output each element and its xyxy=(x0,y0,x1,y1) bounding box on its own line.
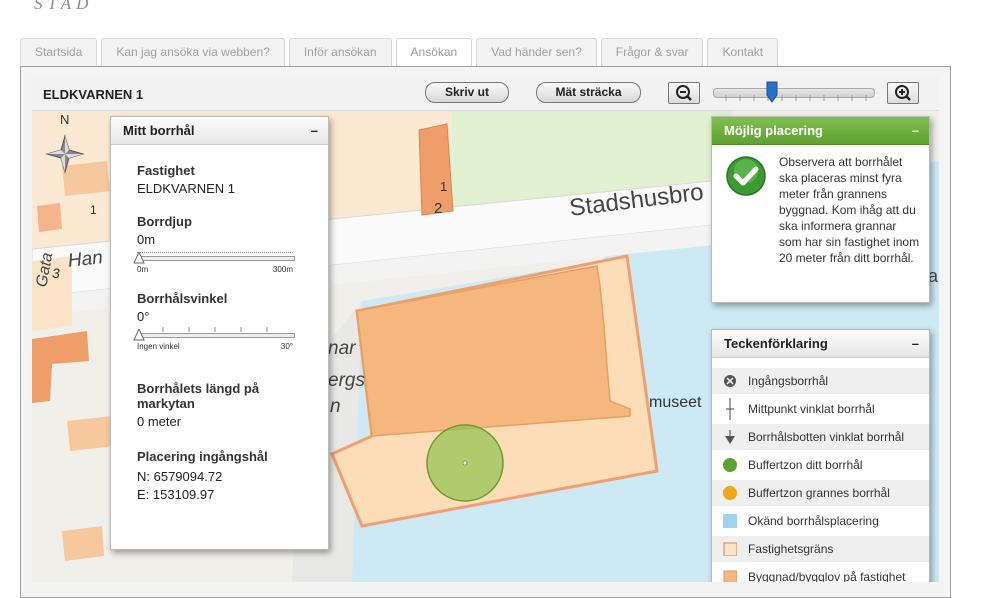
property-title: ELDKVARNEN 1 xyxy=(43,87,144,102)
angle-slider-ticks xyxy=(162,327,268,332)
legend-panel-title: Teckenförklaring xyxy=(724,336,828,351)
collapse-icon[interactable]: – xyxy=(912,117,919,144)
borehole-panel-title: Mitt borrhål xyxy=(123,123,195,138)
zoom-slider-thumb[interactable] xyxy=(766,81,778,103)
map-label-street2: Han xyxy=(66,247,104,272)
angle-slider-thumb[interactable] xyxy=(133,329,145,342)
print-button[interactable]: Skriv ut xyxy=(425,82,509,103)
map-label-num1: 1 xyxy=(440,179,448,194)
logo: STAD xyxy=(34,0,94,13)
map-label-nar: nar xyxy=(328,338,356,359)
zoom-in-icon xyxy=(895,85,911,101)
legend-item: Buffertzon ditt borrhål xyxy=(712,452,929,478)
legend-item: Byggnad/bygglov på fastighet xyxy=(712,564,929,582)
angle-label: Borrhålsvinkel xyxy=(137,291,228,306)
building-icon xyxy=(723,570,737,582)
length-value: 0 meter xyxy=(137,414,182,429)
map-label-num3: 3 xyxy=(52,265,60,281)
entry-borehole-icon xyxy=(724,375,736,387)
depth-slider-thumb[interactable] xyxy=(133,252,145,265)
map-label-compass: N xyxy=(60,112,70,127)
legend-item: Ingångsborrhål xyxy=(712,368,929,394)
tab-kontakt[interactable]: Kontakt xyxy=(707,38,779,66)
placement-panel: Möjlig placering – Observera att borrhål… xyxy=(711,116,930,303)
tab-startsida[interactable]: Startsida xyxy=(20,38,98,66)
legend-label: Mittpunkt vinklat borrhål xyxy=(748,402,875,416)
collapse-icon[interactable]: – xyxy=(912,330,919,357)
depth-label: Borrdjup xyxy=(137,214,192,229)
depth-slider[interactable] xyxy=(133,249,307,265)
placement-panel-header[interactable]: Möjlig placering – xyxy=(712,117,929,145)
property-label: Fastighet xyxy=(137,163,195,178)
position-label: Placering ingångshål xyxy=(137,449,268,464)
placement-message: Observera att borrhålet ska placeras min… xyxy=(779,155,920,265)
depth-max: 300m xyxy=(272,265,293,274)
measure-button[interactable]: Mät sträcka xyxy=(536,82,641,103)
legend-item: Borrhålsbotten vinklat borrhål xyxy=(712,424,929,450)
legend-item: Mittpunkt vinklat borrhål xyxy=(712,396,929,422)
zoom-in-button[interactable] xyxy=(887,82,919,104)
legend-label: Ingångsborrhål xyxy=(748,374,829,388)
zoom-slider-ticks xyxy=(725,95,867,101)
unknown-placement-icon xyxy=(723,514,737,528)
length-label: Borrhålets längd på markytan xyxy=(137,381,260,411)
buffer-own-icon xyxy=(723,458,737,472)
map-label-num2: 2 xyxy=(434,200,443,217)
bottom-angled-icon xyxy=(725,430,735,444)
legend-item: Fastighetsgräns xyxy=(712,536,929,562)
tab-vad-hander-sen[interactable]: Vad händer sen? xyxy=(476,38,597,66)
zoom-slider[interactable] xyxy=(713,88,875,101)
checkmark-icon xyxy=(726,156,766,196)
e-coordinate: E: 153109.97 xyxy=(137,487,215,502)
collapse-icon[interactable]: – xyxy=(311,117,318,144)
legend-label: Buffertzon ditt borrhål xyxy=(748,458,863,472)
depth-min: 0m xyxy=(137,265,149,274)
legend-item: Okänd borrhålsplacering xyxy=(712,508,929,534)
legend-label: Byggnad/bygglov på fastighet xyxy=(748,570,906,582)
legend-label: Borrhålsbotten vinklat borrhål xyxy=(748,430,905,444)
angle-value: 0° xyxy=(137,309,150,324)
angle-min: Ingen vinkel xyxy=(137,342,180,351)
buffer-neighbor-icon xyxy=(723,486,737,500)
legend-label: Buffertzon grannes borrhål xyxy=(748,486,890,500)
map-toolbar: ELDKVARNEN 1 Skriv ut Mät sträcka xyxy=(32,76,939,111)
angle-slider[interactable] xyxy=(133,326,307,342)
zoom-out-icon xyxy=(676,85,692,101)
map-label-museum: museet xyxy=(649,394,702,411)
map-canvas[interactable]: N Stadshusbro Han Gata museet nar ergs n… xyxy=(32,111,939,582)
legend-label: Fastighetsgräns xyxy=(748,542,834,556)
tab-fragor-svar[interactable]: Frågor & svar xyxy=(600,38,704,66)
midpoint-angled-icon xyxy=(726,398,734,420)
legend-panel-header[interactable]: Teckenförklaring – xyxy=(712,330,929,358)
map-label-num4: 1 xyxy=(90,203,97,217)
placement-panel-title: Möjlig placering xyxy=(724,123,823,138)
borehole-panel: Mitt borrhål – Fastighet ELDKVARNEN 1 Bo… xyxy=(110,116,329,550)
legend-label: Okänd borrhålsplacering xyxy=(748,514,879,528)
map-label-n: n xyxy=(330,396,341,417)
borehole-panel-header[interactable]: Mitt borrhål – xyxy=(111,117,328,145)
map-label-ergs: ergs xyxy=(328,370,365,391)
n-coordinate: N: 6579094.72 xyxy=(137,469,223,484)
property-value: ELDKVARNEN 1 xyxy=(137,181,236,196)
nav-tabs: Startsida Kan jag ansöka via webben? Inf… xyxy=(20,38,782,67)
tab-ansokan[interactable]: Ansökan xyxy=(395,38,473,67)
zoom-out-button[interactable] xyxy=(668,82,700,104)
legend-item: Buffertzon grannes borrhål xyxy=(712,480,929,506)
tab-kan-jag-ansoka[interactable]: Kan jag ansöka via webben? xyxy=(101,38,285,66)
property-boundary-icon xyxy=(723,542,737,556)
tab-infor-ansokan[interactable]: Inför ansökan xyxy=(288,38,392,66)
angle-max: 30° xyxy=(280,342,293,351)
depth-value: 0m xyxy=(137,232,156,247)
legend-panel: Teckenförklaring – Ingångsborrhål Mittpu… xyxy=(711,329,930,582)
